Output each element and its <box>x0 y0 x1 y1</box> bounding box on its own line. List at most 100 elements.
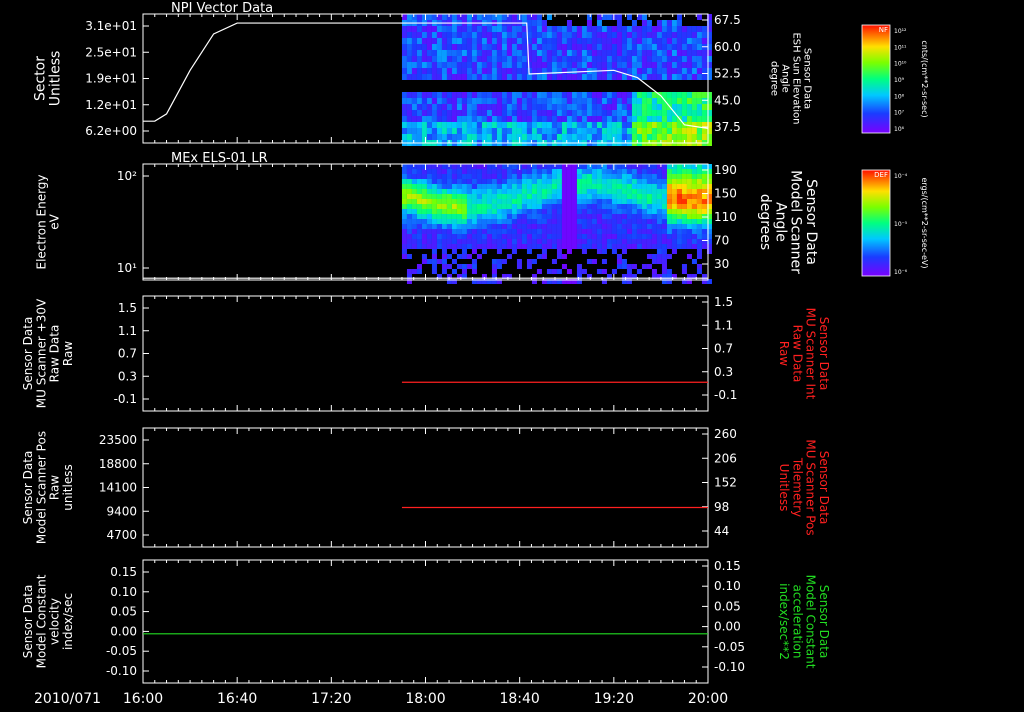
spectrogram-cell <box>566 164 572 169</box>
spectrogram-cell <box>511 32 517 38</box>
spectrogram-cell <box>526 116 532 122</box>
spectrogram-cell <box>551 128 557 134</box>
spectrogram-cell <box>401 62 407 68</box>
spectrogram-cell <box>561 128 567 134</box>
spectrogram-cell <box>546 104 552 110</box>
spectrogram-cell <box>451 50 457 56</box>
spectrogram-cell <box>496 14 502 20</box>
spectrogram-cell <box>441 98 447 104</box>
spectrogram-cell <box>661 189 667 194</box>
spectrogram-cell <box>541 104 547 110</box>
spectrogram-cell <box>451 224 457 229</box>
spectrogram-cell <box>586 50 592 56</box>
spectrogram-cell <box>471 104 477 110</box>
spectrogram-cell <box>686 44 692 50</box>
spectrogram-cell <box>626 204 632 209</box>
spectrogram-cell <box>461 189 467 194</box>
spectrogram-cell <box>461 164 467 169</box>
spectrogram-cell <box>661 214 667 219</box>
spectrogram-cell <box>666 184 672 189</box>
spectrogram-cell <box>651 199 657 204</box>
left-tick-label: 3.1e+01 <box>85 19 137 33</box>
spectrogram-cell <box>631 56 637 62</box>
spectrogram-cell <box>701 244 707 249</box>
spectrogram-cell <box>426 224 432 229</box>
spectrogram-cell <box>471 209 477 214</box>
spectrogram-cell <box>456 50 462 56</box>
spectrogram-cell <box>586 239 592 244</box>
spectrogram-cell <box>521 184 527 189</box>
spectrogram-cell <box>686 104 692 110</box>
spectrogram-cell <box>641 219 647 224</box>
spectrogram-cell <box>501 224 507 229</box>
spectrogram-cell <box>481 209 487 214</box>
spectrogram-cell <box>466 209 472 214</box>
spectrogram-cell <box>666 204 672 209</box>
spectrogram-cell <box>606 62 612 68</box>
spectrogram-cell <box>606 174 612 179</box>
spectrogram-cell <box>501 234 507 239</box>
spectrogram-cell <box>561 174 567 179</box>
spectrogram-cell <box>476 184 482 189</box>
spectrogram-cell <box>506 244 512 249</box>
spectrogram-cell <box>691 259 697 264</box>
spectrogram-cell <box>456 68 462 74</box>
spectrogram-cell <box>636 38 642 44</box>
spectrogram-cell <box>576 194 582 199</box>
spectrogram-cell <box>481 110 487 116</box>
spectrogram-cell <box>601 110 607 116</box>
spectrogram-cell <box>561 62 567 68</box>
spectrogram-cell <box>471 62 477 68</box>
spectrogram-cell <box>671 214 677 219</box>
spectrogram-cell <box>491 204 497 209</box>
spectrogram-cell <box>416 26 422 32</box>
spectrogram-cell <box>526 104 532 110</box>
spectrogram-cell <box>401 254 407 259</box>
spectrogram-cell <box>681 179 687 184</box>
spectrogram-cell <box>601 239 607 244</box>
spectrogram-cell <box>491 44 497 50</box>
spectrogram-cell <box>686 56 692 62</box>
spectrogram-cell <box>416 184 422 189</box>
spectrogram-cell <box>611 199 617 204</box>
spectrogram-cell <box>626 174 632 179</box>
spectrogram-cell <box>591 244 597 249</box>
spectrogram-cell <box>611 128 617 134</box>
spectrogram-cell <box>701 116 707 122</box>
spectrogram-cell <box>476 214 482 219</box>
spectrogram-cell <box>496 204 502 209</box>
spectrogram-cell <box>646 98 652 104</box>
spectrogram-cell <box>436 128 442 134</box>
spectrogram-cell <box>556 219 562 224</box>
right-tick-label: 0.10 <box>714 579 741 593</box>
spectrogram-cell <box>406 74 412 80</box>
spectrogram-cell <box>456 189 462 194</box>
spectrogram-cell <box>531 26 537 32</box>
spectrogram-cell <box>541 194 547 199</box>
spectrogram-cell <box>596 244 602 249</box>
spectrogram-cell <box>566 179 572 184</box>
spectrogram-cell <box>616 92 622 98</box>
spectrogram-cell <box>631 239 637 244</box>
spectrogram-cell <box>641 169 647 174</box>
spectrogram-cell <box>606 229 612 234</box>
spectrogram-cell <box>701 128 707 134</box>
spectrogram-cell <box>416 264 422 269</box>
spectrogram-cell <box>581 26 587 32</box>
spectrogram-cell <box>401 110 407 116</box>
spectrogram-cell <box>556 128 562 134</box>
spectrogram-cell <box>651 56 657 62</box>
spectrogram-cell <box>611 239 617 244</box>
spectrogram-cell <box>406 134 412 140</box>
spectrogram-cell <box>656 244 662 249</box>
spectrogram-cell <box>436 194 442 199</box>
spectrogram-cell <box>656 128 662 134</box>
spectrogram-cell <box>476 62 482 68</box>
date-label: 2010/071 <box>34 691 101 707</box>
spectrogram-cell <box>601 50 607 56</box>
spectrogram-cell <box>586 92 592 98</box>
spectrogram-cell <box>611 38 617 44</box>
spectrogram-cell <box>516 204 522 209</box>
spectrogram-cell <box>646 92 652 98</box>
spectrogram-cell <box>541 169 547 174</box>
